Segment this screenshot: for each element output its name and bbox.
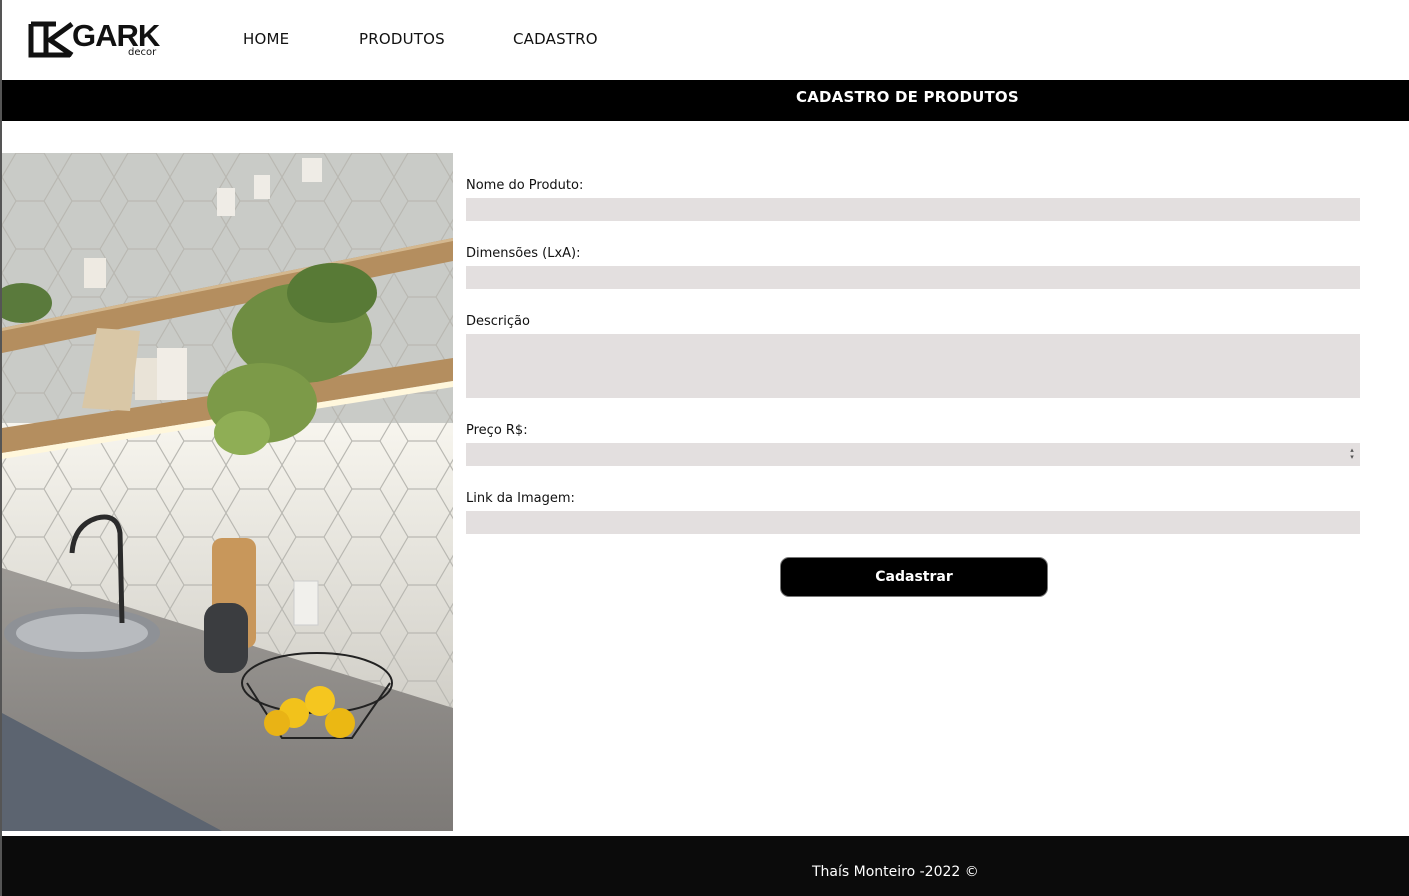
nav-produtos-link[interactable]: PRODUTOS (359, 30, 445, 48)
product-name-label: Nome do Produto: (466, 178, 584, 193)
top-navbar: GARK decor HOME PRODUTOS CADASTRO (2, 0, 1409, 80)
kitchen-photo (2, 153, 453, 831)
page-footer: Thaís Monteiro -2022 © (2, 836, 1409, 896)
description-textarea[interactable] (466, 334, 1360, 398)
price-label: Preço R$: (466, 423, 528, 438)
dimensions-label: Dimensões (LxA): (466, 246, 581, 261)
image-link-label: Link da Imagem: (466, 491, 575, 506)
description-label: Descrição (466, 314, 530, 329)
image-link-input[interactable] (466, 511, 1360, 534)
brand-logo[interactable]: GARK decor (28, 18, 163, 60)
kitchen-illustration (2, 153, 453, 831)
product-name-input[interactable] (466, 198, 1360, 221)
footer-copyright: Thaís Monteiro -2022 © (812, 864, 979, 880)
page-title-band: CADASTRO DE PRODUTOS (2, 80, 1409, 121)
dimensions-input[interactable] (466, 266, 1360, 289)
nav-cadastro-link[interactable]: CADASTRO (513, 30, 598, 48)
page: GARK decor HOME PRODUTOS CADASTRO CADAST… (0, 0, 1409, 896)
submit-button[interactable]: Cadastrar (780, 557, 1048, 597)
page-title: CADASTRO DE PRODUTOS (796, 88, 1019, 106)
number-spinner-icon[interactable]: ▴ ▾ (1348, 447, 1356, 461)
logo-subtext: decor (128, 47, 157, 58)
nav-home-link[interactable]: HOME (243, 30, 289, 48)
price-input[interactable]: ▴ ▾ (466, 443, 1360, 466)
logo-mark-icon (28, 21, 74, 58)
